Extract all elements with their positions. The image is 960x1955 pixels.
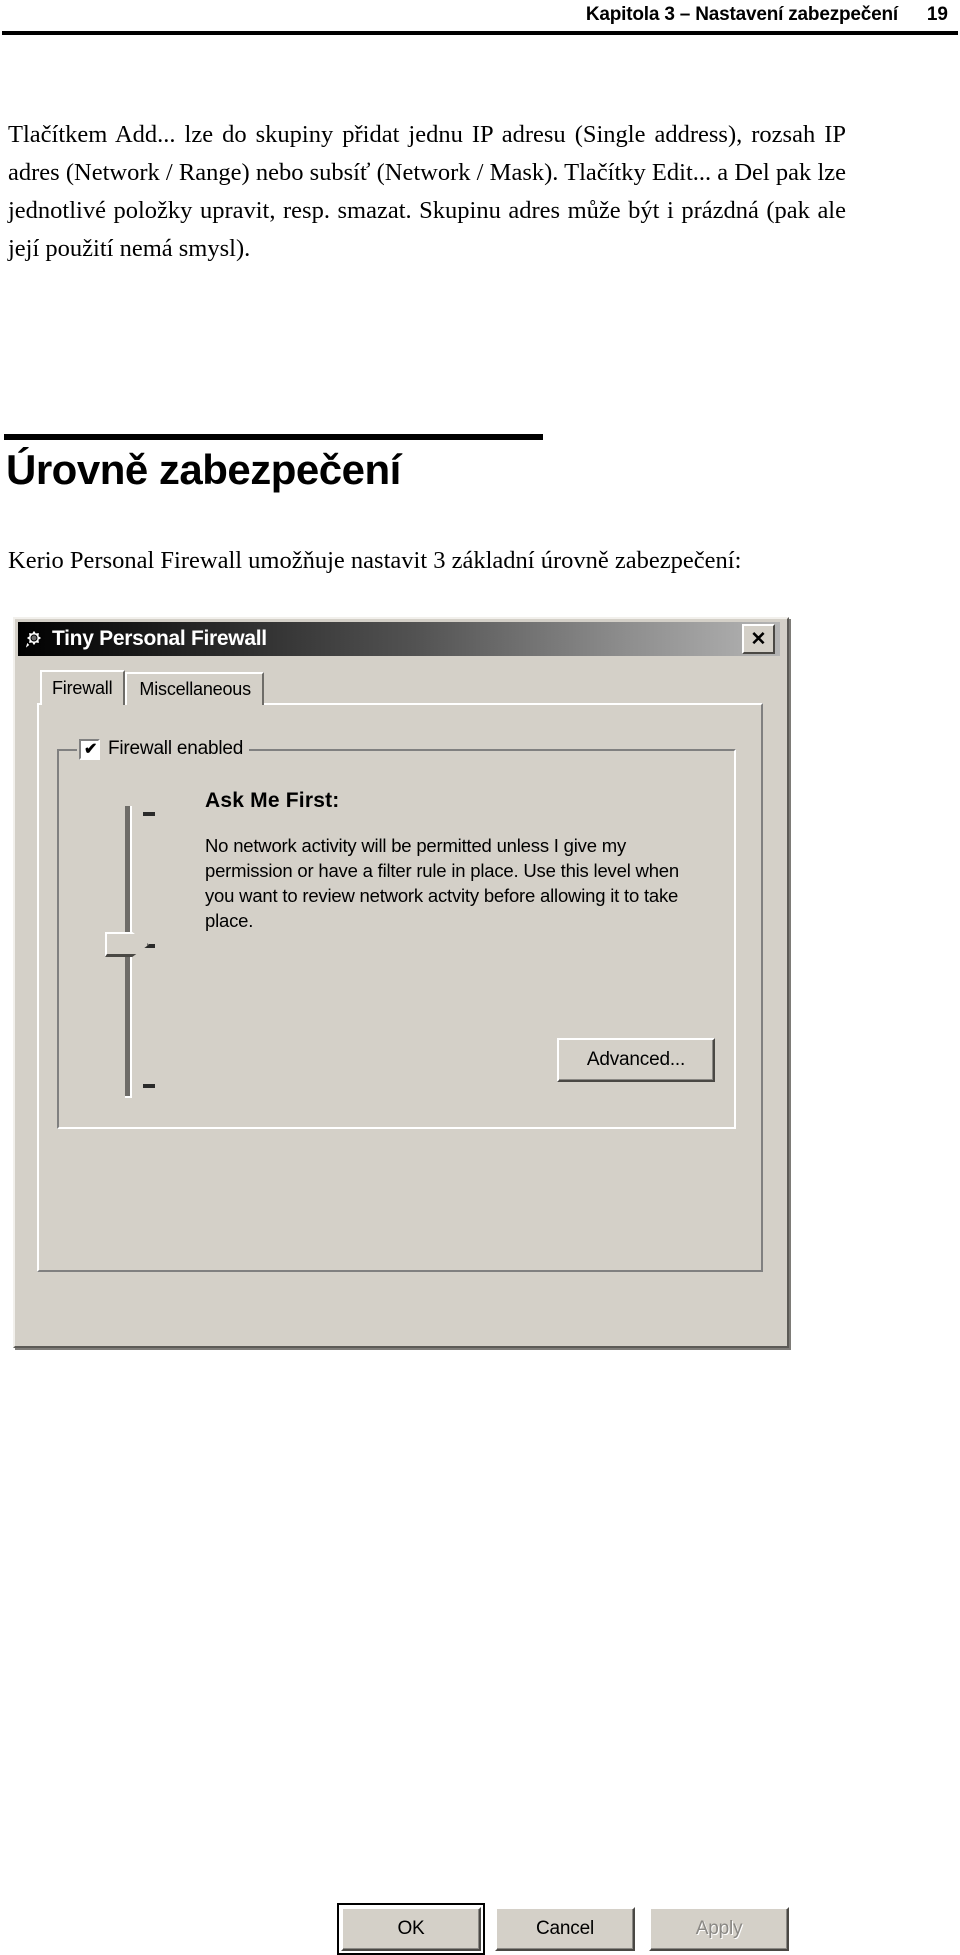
groupbox-inner: ✔ Firewall enabled Ask Me First: No netw… (59, 735, 734, 1127)
ok-button[interactable]: OK (341, 1907, 481, 1951)
checkmark-icon: ✔ (84, 740, 98, 758)
apply-button: Apply (649, 1907, 789, 1951)
tiny-personal-firewall-dialog: Tiny Personal Firewall ✕ Firewall Miscel… (13, 617, 789, 1955)
page-header: Kapitola 3 – Nastavení zabezpečení 19 (0, 0, 960, 40)
security-level-description: No network activity will be permitted un… (205, 835, 679, 931)
section-heading-rule (4, 434, 543, 440)
advanced-button[interactable]: Advanced... (557, 1038, 715, 1082)
tab-firewall-label: Firewall (52, 678, 113, 698)
intro-paragraph: Kerio Personal Firewall umožňuje nastavi… (8, 547, 742, 574)
body-paragraph: Tlačítkem Add... lze do skupiny přidat j… (8, 121, 846, 262)
tab-strip: Firewall Miscellaneous (40, 670, 264, 705)
firewall-enabled-groupbox: ✔ Firewall enabled Ask Me First: No netw… (57, 735, 736, 1129)
firewall-enabled-checkbox[interactable]: ✔ (79, 738, 100, 760)
firewall-enabled-label: Firewall enabled (108, 738, 244, 759)
security-level-title: Ask Me First: (205, 789, 340, 812)
tab-miscellaneous-label: Miscellaneous (139, 679, 251, 699)
header-rule (2, 31, 958, 35)
slider-thumb[interactable] (105, 932, 149, 957)
dialog-titlebar: Tiny Personal Firewall ✕ (18, 622, 780, 656)
cancel-button-label: Cancel (536, 1918, 594, 1939)
cancel-button[interactable]: Cancel (495, 1907, 635, 1951)
slider-tick-top (143, 812, 155, 816)
firewall-enabled-checkbox-row[interactable]: ✔ Firewall enabled (77, 735, 250, 763)
ok-button-label: OK (397, 1918, 425, 1939)
security-level-slider[interactable] (105, 806, 171, 1098)
dialog-title: Tiny Personal Firewall (52, 627, 267, 650)
close-icon[interactable]: ✕ (742, 624, 775, 654)
slider-tick-bottom (143, 1084, 155, 1088)
firewall-gear-icon (21, 626, 47, 652)
page-header-title: Kapitola 3 – Nastavení zabezpečení (585, 4, 898, 25)
tab-miscellaneous[interactable]: Miscellaneous (125, 672, 264, 705)
apply-button-label: Apply (695, 1918, 743, 1939)
tab-firewall[interactable]: Firewall (40, 670, 126, 705)
section-heading: Úrovně zabezpečení (6, 446, 401, 493)
page-number: 19 (926, 4, 948, 25)
advanced-button-label: Advanced... (586, 1049, 686, 1070)
